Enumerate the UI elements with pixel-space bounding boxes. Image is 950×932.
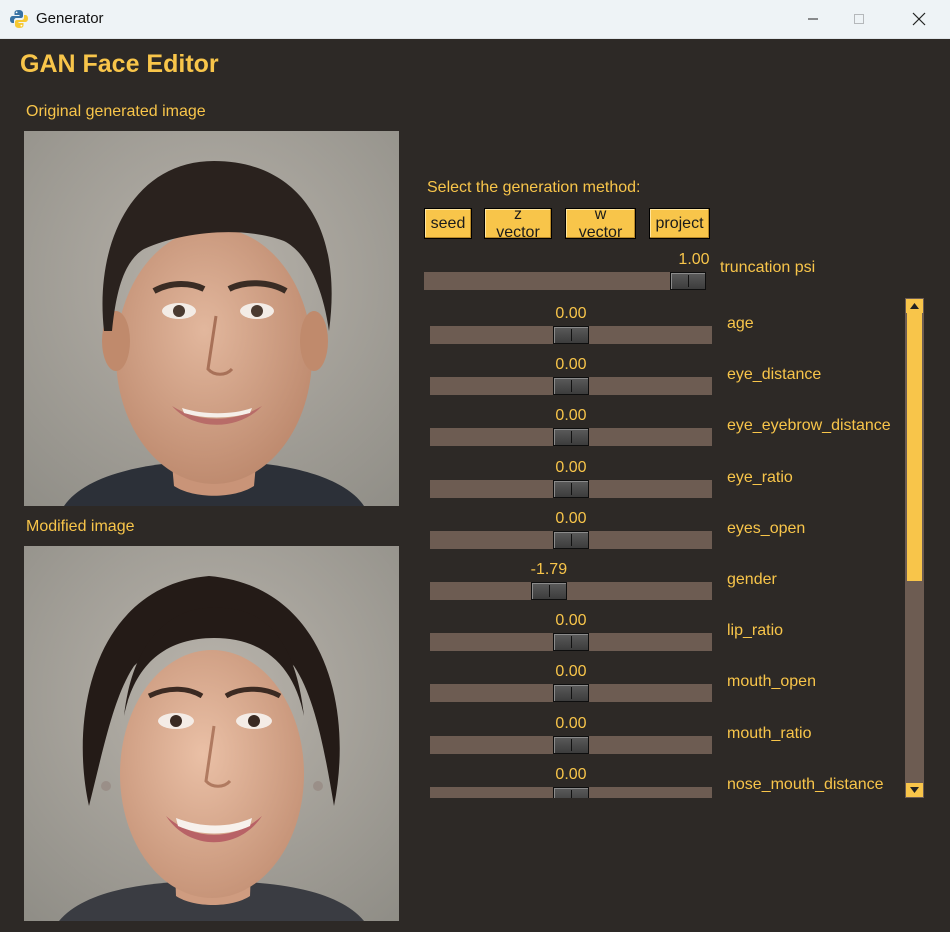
app-heading: GAN Face Editor	[20, 50, 219, 78]
slider-age[interactable]	[430, 326, 712, 344]
scroll-down-button[interactable]	[906, 783, 923, 797]
slider-eyes-open[interactable]	[430, 530, 712, 549]
slider-thumb-lip-ratio[interactable]	[553, 633, 589, 652]
method-label: Select the generation method:	[427, 179, 641, 196]
python-icon	[9, 9, 29, 29]
triangle-down-icon	[910, 787, 919, 793]
slider-value-mouth-ratio: 0.00	[555, 714, 587, 732]
modified-face-image	[24, 546, 399, 921]
minimize-button[interactable]	[790, 0, 836, 38]
slider-gender[interactable]	[430, 582, 712, 600]
triangle-up-icon	[910, 303, 919, 309]
slider-thumb-eye-eyebrow-distance[interactable]	[553, 428, 589, 447]
slider-label-eye-distance: eye_distance	[727, 366, 822, 384]
original-image-label: Original generated image	[26, 103, 206, 120]
slider-label-eye-ratio: eye_ratio	[727, 468, 793, 486]
minimize-icon	[808, 18, 818, 20]
slider-label-eyes-open: eyes_open	[727, 519, 806, 537]
maximize-button[interactable]	[836, 0, 882, 38]
scroll-up-button[interactable]	[906, 299, 923, 313]
slider-nose-mouth-distance[interactable]	[430, 786, 712, 798]
attribute-scrollbar[interactable]	[905, 298, 924, 798]
project-button[interactable]: project	[649, 208, 710, 239]
attribute-sliders-panel: 0.00 age 0.00 eye_distance 0.00 eye_eyebrow_d…	[420, 300, 905, 798]
slider-value-age: 0.00	[555, 305, 587, 322]
slider-value-mouth-open: 0.00	[555, 663, 587, 681]
slider-label-gender: gender	[727, 571, 777, 588]
z-vector-button[interactable]: z vector	[484, 206, 552, 241]
slider-label-age: age	[727, 315, 754, 332]
slider-label-lip-ratio: lip_ratio	[727, 622, 784, 640]
modified-image-label: Modified image	[26, 518, 135, 535]
slider-thumb-mouth-open[interactable]	[553, 684, 589, 703]
slider-value-eye-eyebrow-distance: 0.00	[555, 407, 587, 425]
slider-label-nose-mouth-distance: nose_mouth_distance	[727, 775, 884, 793]
truncation-psi-slider[interactable]	[424, 272, 706, 290]
slider-thumb-eye-distance[interactable]	[553, 377, 589, 396]
slider-thumb-eyes-open[interactable]	[553, 530, 589, 549]
slider-value-lip-ratio: 0.00	[555, 612, 587, 630]
slider-eye-ratio[interactable]	[430, 479, 712, 498]
slider-eye-distance[interactable]	[430, 377, 712, 396]
window-title-bar: Generator	[0, 0, 950, 39]
close-button[interactable]	[896, 0, 942, 38]
truncation-psi-value: 1.00	[678, 251, 710, 268]
slider-label-mouth-ratio: mouth_ratio	[727, 724, 812, 742]
slider-thumb-gender[interactable]	[530, 582, 567, 600]
slider-thumb-eye-ratio[interactable]	[553, 479, 589, 498]
slider-eye-eyebrow-distance[interactable]	[430, 428, 712, 447]
slider-value-gender: -1.79	[530, 561, 568, 578]
slider-thumb-mouth-ratio[interactable]	[553, 735, 589, 754]
scrollbar-thumb[interactable]	[907, 312, 922, 581]
truncation-psi-thumb[interactable]	[670, 272, 706, 290]
maximize-icon	[854, 14, 864, 24]
w-vector-button[interactable]: w vector	[565, 206, 636, 241]
original-face-image	[24, 131, 399, 506]
slider-lip-ratio[interactable]	[430, 633, 712, 652]
slider-label-mouth-open: mouth_open	[727, 673, 816, 691]
window-title: Generator	[36, 10, 104, 27]
truncation-psi-label: truncation psi	[720, 259, 816, 276]
seed-button[interactable]: seed	[424, 208, 472, 239]
close-icon	[912, 12, 926, 26]
slider-label-eye-eyebrow-distance: eye_eyebrow_distance	[727, 417, 891, 435]
slider-value-nose-mouth-distance: 0.00	[555, 765, 587, 783]
slider-value-eye-distance: 0.00	[555, 356, 587, 374]
slider-thumb-age[interactable]	[553, 326, 589, 344]
slider-value-eye-ratio: 0.00	[555, 458, 587, 476]
slider-mouth-ratio[interactable]	[430, 735, 712, 754]
slider-value-eyes-open: 0.00	[555, 509, 587, 527]
slider-thumb-nose-mouth-distance[interactable]	[553, 786, 589, 798]
slider-mouth-open[interactable]	[430, 684, 712, 703]
